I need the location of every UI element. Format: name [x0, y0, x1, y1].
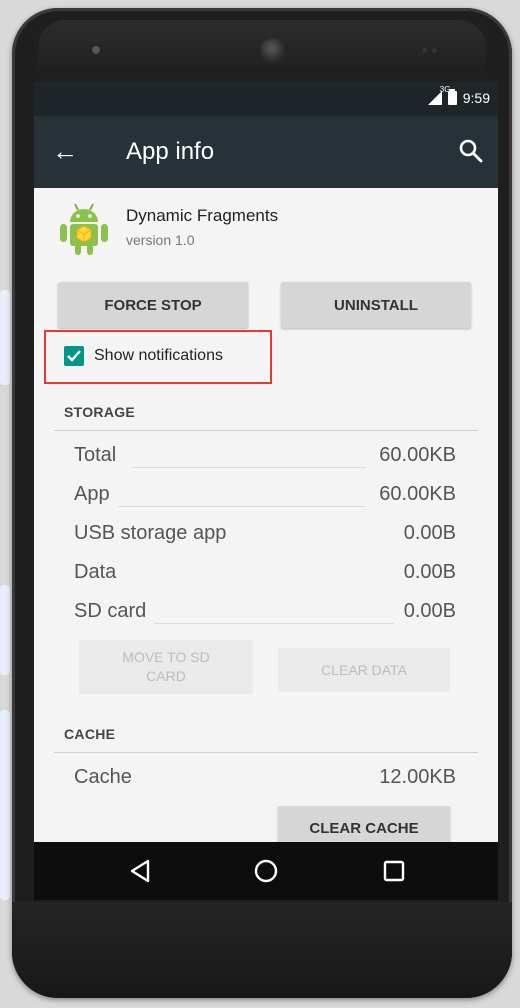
- navigation-bar: [34, 842, 498, 900]
- android-robot-icon: [60, 203, 108, 255]
- storage-row-value: 0.00B: [403, 600, 456, 622]
- front-camera: [260, 38, 286, 64]
- signal-icon: 3G: [427, 85, 450, 105]
- status-indicators: 3G 9:59: [427, 85, 490, 106]
- storage-row-sd-card: SD card 0.00B: [74, 600, 456, 628]
- row-leader-line: [118, 506, 366, 507]
- proximity-sensor: [92, 46, 100, 54]
- storage-row-label: USB storage app: [74, 522, 227, 544]
- app-version: version 1.0: [126, 232, 195, 248]
- storage-row-value: 0.00B: [403, 561, 456, 583]
- uninstall-button[interactable]: UNINSTALL: [281, 282, 471, 328]
- storage-row-label: Total: [74, 444, 117, 466]
- row-leader-line: [154, 623, 394, 624]
- arrow-left-icon[interactable]: ←: [52, 138, 78, 164]
- clear-data-button[interactable]: CLEAR DATA: [278, 648, 450, 692]
- storage-row-usb: USB storage app 0.00B: [74, 522, 456, 550]
- app-name: Dynamic Fragments: [126, 206, 279, 225]
- app-header: Dynamic Fragments version 1.0: [58, 200, 478, 262]
- move-to-sd-card-button[interactable]: MOVE TO SD CARD: [79, 640, 253, 694]
- storage-divider: [54, 430, 478, 431]
- storage-row-total: Total 60.00KB: [74, 444, 456, 472]
- cache-section-title: CACHE: [64, 726, 116, 742]
- storage-section-title: STORAGE: [64, 404, 136, 420]
- force-stop-button[interactable]: FORCE STOP: [58, 282, 248, 328]
- light-sensor: [432, 48, 437, 53]
- row-leader-line: [132, 467, 366, 468]
- status-bar: 3G 9:59: [34, 82, 498, 116]
- cache-row: Cache 12.00KB: [74, 766, 456, 794]
- background-panel: [0, 585, 10, 675]
- search-icon[interactable]: [458, 138, 484, 164]
- nav-recents-icon[interactable]: [379, 856, 409, 886]
- storage-row-data: Data 0.00B: [74, 561, 456, 589]
- nav-home-icon[interactable]: [251, 856, 281, 886]
- notifications-highlight: Show notifications: [44, 330, 272, 384]
- battery-icon: [447, 89, 457, 105]
- status-time: 9:59: [462, 90, 490, 106]
- storage-row-label: App: [74, 483, 110, 505]
- cache-row-value: 12.00KB: [379, 766, 456, 788]
- storage-row-value: 60.00KB: [379, 444, 456, 466]
- light-sensor: [422, 48, 427, 53]
- background-panel: [0, 710, 10, 900]
- cache-divider: [54, 752, 478, 753]
- background-panel: [0, 290, 10, 385]
- screen: 3G 9:59 ← App info Dynamic Fragments ver…: [34, 82, 498, 900]
- storage-row-label: Data: [74, 561, 117, 583]
- storage-row-label: SD card: [74, 600, 147, 622]
- storage-row-app: App 60.00KB: [74, 483, 456, 511]
- phone-bottom-bezel: [12, 902, 512, 998]
- show-notifications-label: Show notifications: [94, 347, 223, 364]
- nav-back-icon[interactable]: [126, 856, 156, 886]
- show-notifications-checkbox[interactable]: [64, 346, 84, 366]
- app-bar: ← App info: [34, 116, 498, 188]
- page-title: App info: [126, 138, 215, 165]
- storage-row-value: 0.00B: [403, 522, 456, 544]
- checkmark-icon: [67, 350, 81, 362]
- storage-row-value: 60.00KB: [379, 483, 456, 505]
- cache-row-label: Cache: [74, 766, 132, 788]
